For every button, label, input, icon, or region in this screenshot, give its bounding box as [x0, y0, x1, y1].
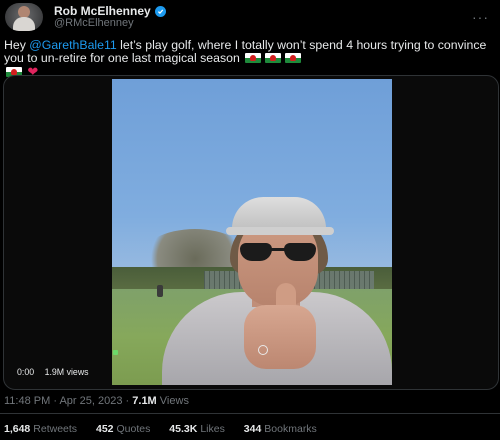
meta-separator: · — [125, 395, 130, 407]
author-name-row[interactable]: Rob McElhenney — [54, 4, 166, 18]
author-name[interactable]: Rob McElhenney — [54, 4, 151, 18]
bookmarks-label: Bookmarks — [264, 423, 317, 435]
video-current-time: 0:00 — [17, 367, 35, 377]
bookmarks-stat[interactable]: 344 Bookmarks — [244, 423, 317, 435]
retweets-label: Retweets — [33, 423, 78, 435]
likes-label: Likes — [200, 423, 225, 435]
retweets-count: 1,648 — [4, 423, 31, 435]
person-cap-brim — [226, 227, 334, 235]
views-count: 7.1M — [132, 395, 157, 407]
verified-badge-icon — [154, 5, 166, 17]
green-cursor-marker — [113, 350, 118, 355]
sunglasses-lens-right — [284, 243, 316, 261]
mention-link[interactable]: @GarethBale11 — [29, 38, 116, 52]
likes-stat[interactable]: 45.3K Likes — [169, 423, 225, 435]
wales-flag-icon — [245, 53, 262, 63]
video-views: 1.9M views — [44, 367, 89, 377]
likes-count: 45.3K — [169, 423, 198, 435]
quotes-label: Quotes — [116, 423, 151, 435]
tweet-header: Rob McElhenney @RMcElhenney ··· — [0, 0, 500, 34]
wales-flag-icon — [285, 53, 302, 63]
tweet-time[interactable]: 11:48 PM — [4, 395, 50, 407]
avatar-body — [13, 17, 35, 31]
bookmarks-count: 344 — [243, 423, 262, 435]
tweet-meta: 11:48 PM · Apr 25, 2023 · 7.1M Views — [4, 395, 189, 407]
quotes-stat[interactable]: 452 Quotes — [96, 423, 150, 435]
video-controls: 0:00 1.9M views — [17, 367, 97, 377]
retweets-stat[interactable]: 1,648 Retweets — [4, 423, 77, 435]
meta-separator: · — [53, 395, 58, 407]
video-player[interactable]: 0:00 1.9M views — [3, 75, 499, 390]
tweet-text-prefix: Hey — [4, 38, 30, 52]
sunglasses-lens-left — [240, 243, 272, 261]
sunglasses — [240, 243, 318, 261]
quotes-count: 452 — [95, 423, 114, 435]
avatar[interactable] — [5, 3, 43, 31]
fist — [244, 305, 316, 369]
tweet-text: Hey @GarethBale11 let’s play golf, where… — [4, 39, 496, 79]
tweet-date[interactable]: Apr 25, 2023 — [59, 395, 122, 407]
person-thumbs-up — [162, 197, 392, 385]
ring — [258, 345, 268, 355]
divider — [0, 413, 500, 414]
video-frame[interactable] — [112, 79, 392, 385]
author-handle[interactable]: @RMcElhenney — [54, 17, 134, 29]
tweet-stats: 1,648 Retweets 452 Quotes 45.3K Likes 344 Bo… — [4, 423, 333, 435]
more-options-icon[interactable]: ··· — [472, 9, 489, 25]
views-label: Views — [159, 395, 189, 407]
wales-flag-icon — [265, 53, 282, 63]
